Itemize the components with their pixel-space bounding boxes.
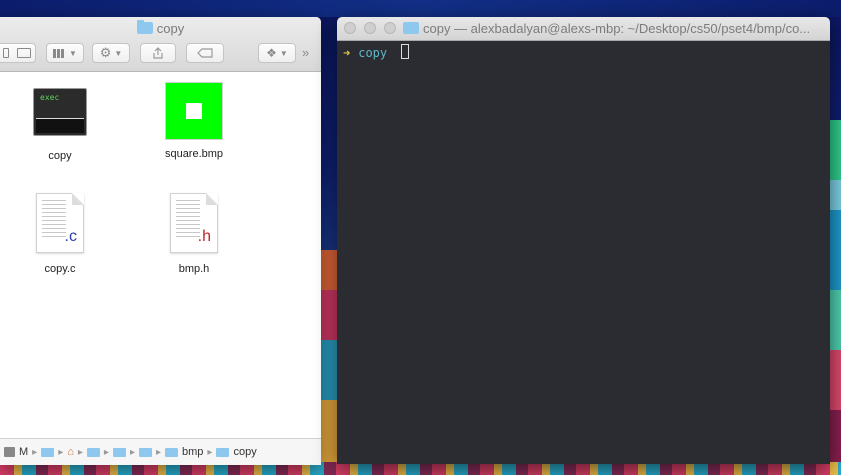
folder-icon[interactable] <box>165 447 179 457</box>
wallpaper-block <box>321 340 337 400</box>
path-item-copy[interactable]: copy <box>233 446 256 458</box>
edit-tags-button[interactable] <box>186 43 224 63</box>
toolbar-overflow-icon[interactable]: » <box>302 45 309 60</box>
path-separator: ▸ <box>207 446 213 458</box>
file-name: bmp.h <box>178 263 210 275</box>
folder-icon[interactable] <box>86 447 100 457</box>
file-name: copy <box>48 150 72 162</box>
prompt-directory: copy <box>358 46 388 60</box>
file-item-copy[interactable]: exec copy <box>10 88 110 162</box>
wallpaper-block <box>830 180 841 210</box>
path-separator: ▸ <box>32 446 38 458</box>
chevron-down-icon: ▼ <box>114 48 123 58</box>
folder-icon[interactable] <box>216 447 230 457</box>
folder-icon <box>403 22 419 34</box>
action-menu-button[interactable]: ⚙ ▼ <box>92 43 130 63</box>
wallpaper-block <box>0 0 841 17</box>
path-separator: ▸ <box>58 446 64 458</box>
gear-icon: ⚙ <box>99 45 112 60</box>
terminal-cursor[interactable] <box>401 44 410 59</box>
path-separator: ▸ <box>155 446 162 458</box>
wallpaper-block <box>321 290 337 340</box>
folder-icon <box>136 20 153 34</box>
home-icon[interactable]: ⌂ <box>67 446 74 458</box>
share-button[interactable] <box>140 43 176 63</box>
terminal-output[interactable]: ➜ copy <box>337 41 830 64</box>
arrange-button[interactable]: ▼ <box>46 43 84 63</box>
path-item-bmp[interactable]: bmp <box>182 446 203 458</box>
path-separator: ▸ <box>103 446 109 458</box>
file-item-square-bmp[interactable]: square.bmp <box>144 82 244 160</box>
finder-window[interactable]: copy ▼ ⚙ ▼ ❖ ▼ » exec copy square.bmp .c… <box>0 17 321 465</box>
share-icon <box>153 47 163 59</box>
path-bar: M ▸ ▸ ⌂ ▸ ▸ ▸ ▸ bmp ▸ copy <box>0 438 321 465</box>
finder-title: copy <box>0 20 321 36</box>
bmp-icon <box>165 82 223 140</box>
dropbox-icon: ❖ <box>266 46 277 60</box>
tag-icon <box>197 48 213 58</box>
folder-icon[interactable] <box>138 447 152 457</box>
exec-icon: exec <box>33 88 87 136</box>
dropbox-button[interactable]: ❖ ▼ <box>258 43 296 63</box>
chevron-down-icon: ▼ <box>69 48 77 58</box>
disk-icon[interactable] <box>4 447 15 457</box>
wallpaper-block <box>830 350 841 410</box>
view-mode-buttons[interactable] <box>0 43 36 63</box>
h-file-icon: .h <box>170 193 218 253</box>
wallpaper-block <box>830 120 841 180</box>
wallpaper-block <box>321 250 337 290</box>
file-item-bmp-h[interactable]: .h bmp.h <box>144 193 244 275</box>
folder-icon[interactable] <box>41 447 55 457</box>
path-separator: ▸ <box>77 446 83 458</box>
folder-icon[interactable] <box>112 447 126 457</box>
zoom-button[interactable] <box>384 22 396 34</box>
wallpaper-block <box>830 210 841 290</box>
close-button[interactable] <box>344 22 356 34</box>
minimize-button[interactable] <box>364 22 376 34</box>
terminal-title: copy — alexbadalyan@alexs-mbp: ~/Desktop… <box>403 21 826 36</box>
terminal-window[interactable]: copy — alexbadalyan@alexs-mbp: ~/Desktop… <box>337 17 830 464</box>
file-item-copy-c[interactable]: .c copy.c <box>10 193 110 275</box>
coverflow-view-icon[interactable] <box>17 48 31 58</box>
c-file-icon: .c <box>36 193 84 253</box>
file-name: copy.c <box>44 263 76 275</box>
file-name: square.bmp <box>164 148 224 160</box>
finder-titlebar[interactable]: copy ▼ ⚙ ▼ ❖ ▼ » <box>0 17 321 72</box>
path-item-disk[interactable]: M <box>19 446 28 458</box>
column-view-icon[interactable] <box>3 48 9 58</box>
wallpaper-block <box>830 290 841 350</box>
path-separator: ▸ <box>129 446 135 458</box>
terminal-titlebar[interactable]: copy — alexbadalyan@alexs-mbp: ~/Desktop… <box>337 17 830 41</box>
chevron-down-icon: ▼ <box>279 48 288 58</box>
prompt-arrow-icon: ➜ <box>343 46 351 60</box>
arrange-grid-icon <box>53 48 66 58</box>
